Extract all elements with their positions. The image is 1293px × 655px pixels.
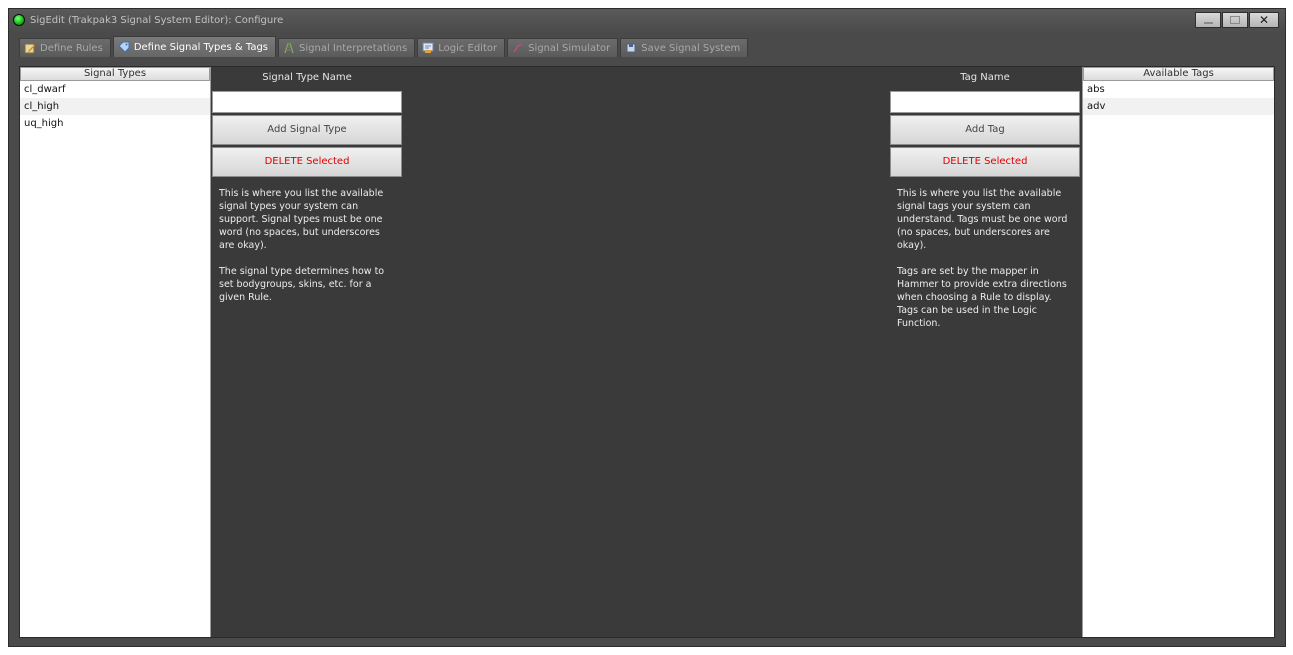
list-item[interactable]: adv (1083, 98, 1274, 115)
tab-define-rules[interactable]: Define Rules (19, 38, 111, 57)
script-icon (422, 42, 434, 54)
list-item[interactable]: uq_high (20, 115, 210, 132)
tag-form: Tag Name Add Tag DELETE Selected This is… (889, 67, 1081, 330)
close-button[interactable]: ✕ (1249, 12, 1279, 28)
tab-label: Signal Simulator (528, 42, 611, 54)
tag-icon (118, 41, 130, 53)
tab-signal-interpretations[interactable]: Signal Interpretations (278, 38, 416, 57)
add-tag-button[interactable]: Add Tag (890, 115, 1080, 145)
maximize-button[interactable] (1222, 12, 1248, 28)
tab-define-signal-types-tags[interactable]: Define Signal Types & Tags (112, 36, 277, 57)
tab-logic-editor[interactable]: Logic Editor (417, 38, 506, 57)
signal-type-help-text: This is where you list the available sig… (219, 188, 385, 303)
tag-name-label: Tag Name (960, 72, 1010, 83)
track-icon (283, 42, 295, 54)
tab-label: Save Signal System (641, 42, 741, 54)
delete-tag-button[interactable]: DELETE Selected (890, 147, 1080, 177)
window-title: SigEdit (Trakpak3 Signal System Editor):… (30, 15, 284, 26)
tab-content-panel: Signal Types cl_dwarf cl_high uq_high Si… (19, 66, 1275, 638)
signal-type-form: Signal Type Name Add Signal Type DELETE … (211, 67, 403, 304)
tab-signal-simulator[interactable]: Signal Simulator (507, 38, 619, 57)
minimize-button[interactable] (1195, 12, 1221, 28)
delete-signal-type-button[interactable]: DELETE Selected (212, 147, 402, 177)
tab-label: Define Signal Types & Tags (133, 41, 269, 53)
tag-help-text: This is where you list the available sig… (897, 188, 1068, 329)
tag-name-input[interactable] (890, 91, 1080, 113)
tab-save-signal-system[interactable]: Save Signal System (620, 38, 749, 57)
signal-types-header: Signal Types (20, 67, 210, 81)
window-controls: ✕ (1195, 12, 1279, 28)
green-signal-lamp-icon (13, 14, 25, 26)
list-item[interactable]: abs (1083, 81, 1274, 98)
tab-label: Define Rules (40, 42, 103, 54)
title-bar[interactable]: SigEdit (Trakpak3 Signal System Editor):… (9, 9, 1285, 33)
available-tags-header: Available Tags (1083, 67, 1274, 81)
signal-arm-icon (512, 42, 524, 54)
tab-label: Logic Editor (438, 42, 498, 54)
tab-bar: Define Rules Define Signal Types & Tags … (19, 36, 749, 58)
signal-type-name-label: Signal Type Name (262, 72, 352, 83)
save-icon (625, 42, 637, 54)
add-signal-type-button[interactable]: Add Signal Type (212, 115, 402, 145)
available-tags-list[interactable]: Available Tags abs adv (1082, 67, 1274, 637)
signal-types-list[interactable]: Signal Types cl_dwarf cl_high uq_high (20, 67, 211, 637)
app-window: SigEdit (Trakpak3 Signal System Editor):… (8, 8, 1286, 647)
list-item[interactable]: cl_high (20, 98, 210, 115)
pencil-note-icon (24, 42, 36, 54)
list-item[interactable]: cl_dwarf (20, 81, 210, 98)
signal-type-name-input[interactable] (212, 91, 402, 113)
tab-label: Signal Interpretations (299, 42, 408, 54)
